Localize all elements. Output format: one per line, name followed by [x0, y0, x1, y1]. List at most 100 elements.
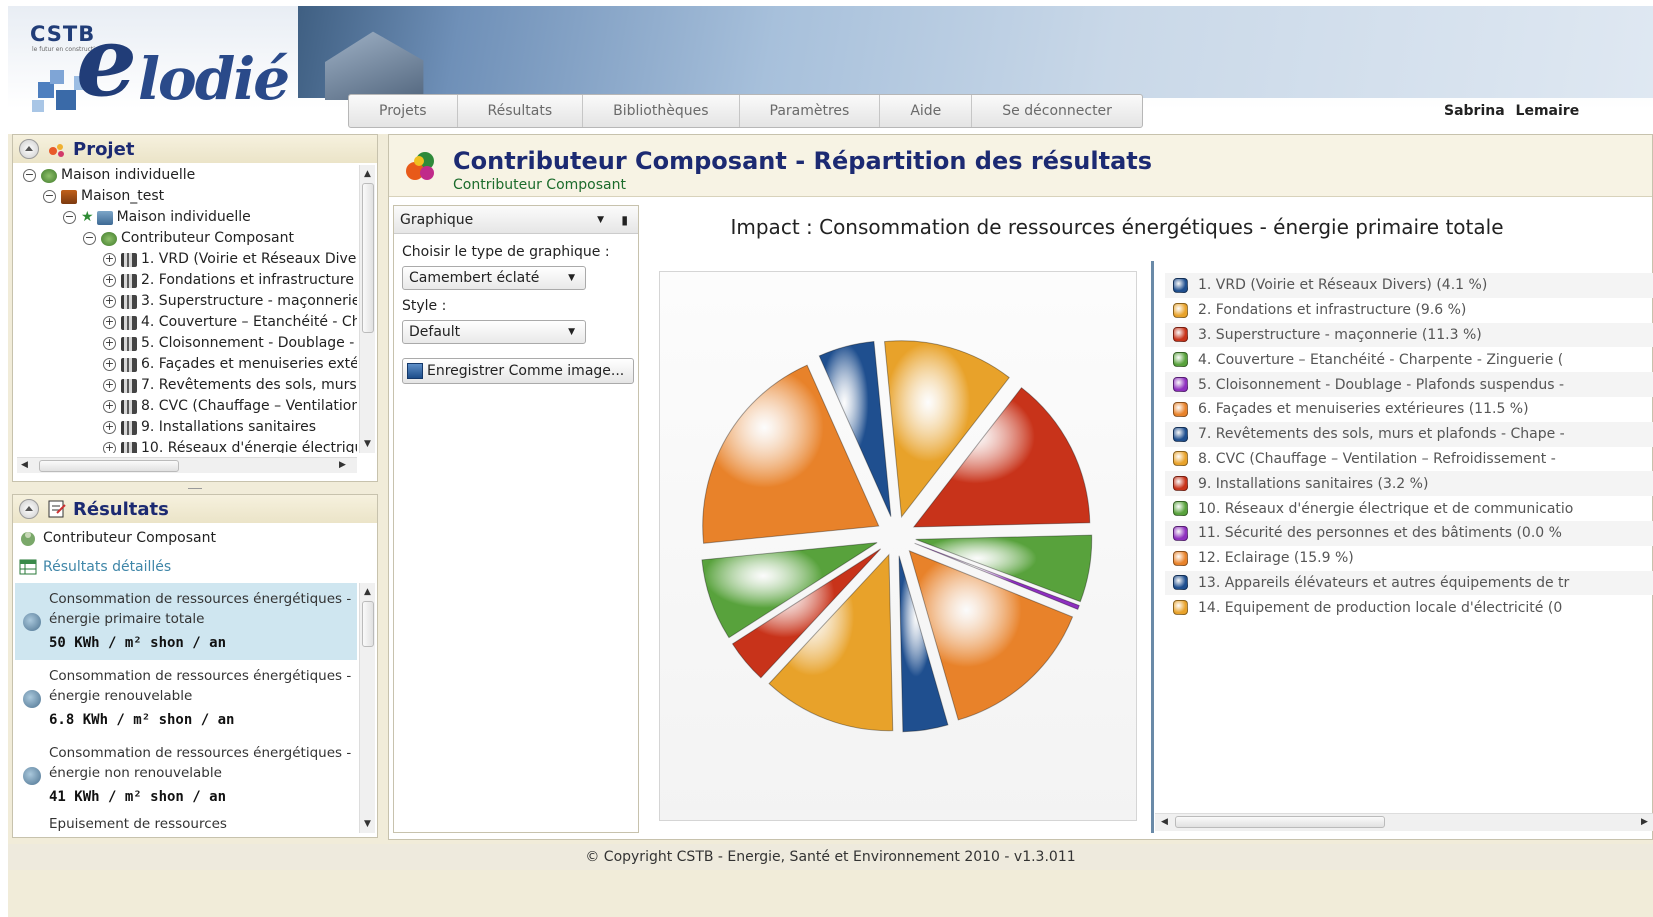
tree-node[interactable]: +10. Réseaux d'énergie électriqu	[17, 438, 357, 453]
pin-icon[interactable]: ▮	[621, 206, 628, 234]
expand-node-icon[interactable]: +	[103, 337, 116, 350]
component-icon	[21, 531, 35, 546]
legend-label: 9. Installations sanitaires (3.2 %)	[1198, 475, 1429, 492]
tree-node[interactable]: − Maison individuelle	[17, 165, 357, 186]
tree-node-label: 1. VRD (Voirie et Réseaux Dive	[141, 251, 357, 267]
legend-item: 4. Couverture – Etanchéité - Charpente -…	[1165, 347, 1653, 372]
tree-node[interactable]: +7. Revêtements des sols, murs	[17, 375, 357, 396]
panel-splitter[interactable]	[12, 484, 378, 494]
tree-node[interactable]: − Contributeur Composant	[17, 228, 357, 249]
result-item[interactable]: Consommation de ressources énergétiques …	[15, 737, 357, 814]
legend-swatch	[1173, 302, 1188, 318]
projet-panel-header: Projet	[13, 135, 377, 163]
tree-node-label: 9. Installations sanitaires	[141, 419, 317, 435]
chart-legend: 1. VRD (Voirie et Réseaux Divers) (4.1 %…	[1165, 273, 1653, 633]
tree-node[interactable]: − Maison_test	[17, 186, 357, 207]
menu-aide[interactable]: Aide	[880, 95, 973, 127]
book-icon	[121, 357, 137, 372]
scroll-right-arrow-icon[interactable]: ▶	[339, 460, 346, 470]
collapse-node-icon[interactable]: −	[43, 190, 56, 203]
chart-area: Impact : Consommation de ressources éner…	[647, 205, 1653, 833]
tree-node-label: Maison individuelle	[61, 167, 196, 183]
collapse-node-icon[interactable]: −	[83, 232, 96, 245]
scroll-down-arrow-icon[interactable]: ▼	[364, 439, 371, 449]
expand-node-icon[interactable]: +	[103, 316, 116, 329]
book-icon	[121, 399, 137, 414]
legend-swatch	[1173, 501, 1188, 517]
scroll-up-arrow-icon[interactable]: ▲	[364, 587, 371, 597]
result-item-value: 50 KWh / m² shon / an	[49, 635, 227, 651]
result-item[interactable]: Epuisement de ressources	[15, 814, 357, 833]
collapse-projet-button[interactable]	[19, 139, 39, 159]
star-icon: ★	[81, 209, 94, 225]
scroll-left-arrow-icon[interactable]: ◀	[1161, 817, 1168, 827]
legend-swatch	[1173, 451, 1188, 467]
results-scroll-thumb[interactable]	[362, 601, 374, 647]
logo-wordmark: lodié	[138, 45, 290, 113]
collapse-node-icon[interactable]: −	[63, 211, 76, 224]
tree-node[interactable]: +2. Fondations et infrastructure	[17, 270, 357, 291]
expand-node-icon[interactable]: +	[103, 358, 116, 371]
chevron-down-icon: ▼	[568, 327, 575, 337]
tree-horizontal-scrollbar[interactable]: ◀ ▶	[17, 457, 357, 473]
result-item[interactable]: Consommation de ressources énergétiques …	[15, 583, 357, 660]
tree-node[interactable]: +9. Installations sanitaires	[17, 417, 357, 438]
chart-type-value: Camembert éclaté	[409, 270, 540, 286]
legend-hscroll-thumb[interactable]	[1175, 816, 1385, 828]
result-item[interactable]: Consommation de ressources énergétiques …	[15, 660, 357, 737]
menu-projets[interactable]: Projets	[349, 95, 458, 127]
chart-title: Impact : Consommation de ressources éner…	[730, 215, 1504, 239]
tree-node-label: 2. Fondations et infrastructure	[141, 272, 354, 288]
impact-results-list: Consommation de ressources énergétiques …	[15, 583, 357, 833]
tree-node[interactable]: +8. CVC (Chauffage – Ventilation	[17, 396, 357, 417]
resultats-icon	[48, 500, 66, 518]
dropdown-arrow-icon[interactable]: ▼	[597, 206, 604, 234]
menu-se-deconnecter[interactable]: Se déconnecter	[972, 95, 1142, 127]
book-icon	[121, 336, 137, 351]
resultats-panel-header: Résultats	[13, 495, 377, 523]
expand-node-icon[interactable]: +	[103, 442, 116, 453]
contributeur-composant-link[interactable]: Contributeur Composant	[13, 523, 377, 552]
expand-node-icon[interactable]: +	[103, 400, 116, 413]
scroll-down-arrow-icon[interactable]: ▼	[364, 819, 371, 829]
expand-node-icon[interactable]: +	[103, 379, 116, 392]
collapse-node-icon[interactable]: −	[23, 169, 36, 182]
scroll-left-arrow-icon[interactable]: ◀	[21, 460, 28, 470]
tree-node[interactable]: +5. Cloisonnement - Doublage -	[17, 333, 357, 354]
elodie-logo: CSTB le futur en construction e lodié	[20, 14, 300, 128]
main-content: Contributeur Composant - Répartition des…	[388, 134, 1653, 840]
legend-item: 9. Installations sanitaires (3.2 %)	[1165, 471, 1653, 497]
legend-label: 7. Revêtements des sols, murs et plafond…	[1198, 426, 1565, 443]
tree-vertical-scrollbar[interactable]: ▲ ▼	[359, 165, 375, 453]
menu-bibliotheques[interactable]: Bibliothèques	[583, 95, 740, 127]
tree-node[interactable]: +1. VRD (Voirie et Réseaux Dive	[17, 249, 357, 270]
tree-node[interactable]: +4. Couverture – Etanchéité - Ch	[17, 312, 357, 333]
resultats-detailles-label: Résultats détaillés	[43, 558, 172, 575]
results-vertical-scrollbar[interactable]: ▲ ▼	[359, 583, 375, 833]
style-select[interactable]: Default ▼	[402, 320, 586, 344]
tree-scroll-thumb[interactable]	[362, 183, 374, 333]
scroll-up-arrow-icon[interactable]: ▲	[364, 169, 371, 179]
save-as-image-button[interactable]: Enregistrer Comme image...	[402, 358, 634, 384]
legend-label: 5. Cloisonnement - Doublage - Plafonds s…	[1198, 376, 1565, 393]
legend-item: 13. Appareils élévateurs et autres équip…	[1165, 570, 1653, 596]
collapse-resultats-button[interactable]	[19, 499, 39, 519]
legend-item: 11. Sécurité des personnes et des bâtime…	[1165, 520, 1653, 546]
tree-hscroll-thumb[interactable]	[39, 460, 179, 472]
tree-node[interactable]: +6. Façades et menuiseries exté	[17, 354, 357, 375]
menu-resultats[interactable]: Résultats	[458, 95, 584, 127]
expand-node-icon[interactable]: +	[103, 421, 116, 434]
menu-parametres[interactable]: Paramètres	[740, 95, 881, 127]
scroll-right-arrow-icon[interactable]: ▶	[1641, 817, 1648, 827]
expand-node-icon[interactable]: +	[103, 253, 116, 266]
component-icon	[101, 231, 117, 246]
legend-swatch	[1173, 327, 1188, 343]
chart-type-select[interactable]: Camembert éclaté ▼	[402, 266, 586, 290]
expand-node-icon[interactable]: +	[103, 274, 116, 287]
expand-node-icon[interactable]: +	[103, 295, 116, 308]
legend-horizontal-scrollbar[interactable]: ◀ ▶	[1155, 813, 1653, 831]
tree-node[interactable]: +3. Superstructure - maçonnerie	[17, 291, 357, 312]
tree-node[interactable]: − ★ Maison individuelle	[17, 207, 357, 228]
chart-options-title: Graphique	[400, 212, 474, 228]
resultats-detailles-link[interactable]: Résultats détaillés	[13, 552, 377, 581]
